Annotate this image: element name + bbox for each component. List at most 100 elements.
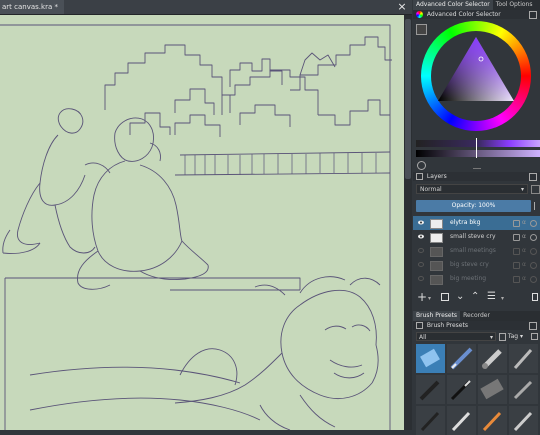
color-pencil-icon	[482, 411, 502, 432]
brush-panel-title: Brush Presets	[426, 322, 468, 329]
brush-filter-value: All	[419, 334, 427, 341]
float-panel-icon[interactable]	[529, 322, 537, 330]
inherit-alpha-icon[interactable]	[530, 248, 537, 255]
sketch-artwork	[0, 24, 392, 430]
tab-tool-options[interactable]: Tool Options	[493, 0, 536, 10]
drawing-canvas[interactable]	[0, 15, 404, 430]
color-value-strip[interactable]	[416, 150, 540, 157]
color-gradient-strip[interactable]	[416, 140, 540, 147]
chalk-icon	[513, 411, 533, 432]
layer-thumbnail	[430, 247, 443, 257]
move-layer-down-icon[interactable]: ⌄	[456, 290, 464, 304]
tab-recorder[interactable]: Recorder	[460, 311, 493, 321]
lock-icon[interactable]	[513, 234, 520, 241]
layer-row[interactable]: big meeting α	[413, 272, 540, 286]
layer-row[interactable]: small meetings α	[413, 244, 540, 258]
layer-row[interactable]: big steve cry α	[413, 258, 540, 272]
lock-icon[interactable]	[513, 276, 520, 283]
tag-icon	[499, 332, 506, 341]
float-panel-icon[interactable]	[529, 11, 537, 19]
brush-tag-button[interactable]: Tag ▾	[499, 332, 527, 341]
brush-tag-label: Tag	[507, 333, 519, 340]
delete-layer-icon[interactable]	[532, 293, 538, 301]
panel-splitter[interactable]	[473, 168, 481, 169]
brush-preset[interactable]	[416, 375, 445, 404]
alpha-lock-icon[interactable]: α	[522, 244, 526, 258]
color-selector-icon	[416, 11, 423, 18]
brush-view-icon[interactable]	[531, 333, 538, 340]
layer-properties-icon[interactable]: ☰	[487, 290, 496, 304]
brush-preset[interactable]	[447, 344, 476, 373]
layers-icon	[416, 173, 423, 180]
brush-preset[interactable]	[509, 406, 538, 435]
close-document-icon[interactable]: ×	[396, 0, 408, 14]
brush-preset[interactable]	[447, 375, 476, 404]
layer-name[interactable]: big meeting	[450, 272, 486, 286]
opacity-slider[interactable]: Opacity: 100%	[416, 200, 531, 212]
alpha-lock-icon[interactable]: α	[522, 230, 526, 244]
layer-name[interactable]: big steve cry	[450, 258, 489, 272]
fineliner-icon	[450, 380, 471, 401]
color-panel-header: Advanced Color Selector	[413, 10, 540, 19]
alpha-lock-icon[interactable]: α	[522, 258, 526, 272]
inherit-alpha-icon[interactable]	[530, 220, 537, 227]
layer-toolbar: + ▾ ⌄ ⌃ ☰ ▾	[413, 290, 540, 304]
layer-name[interactable]: small meetings	[450, 244, 496, 258]
color-settings-icon[interactable]	[416, 24, 427, 35]
brush-preset[interactable]	[416, 344, 445, 373]
duplicate-layer-icon[interactable]	[441, 293, 449, 301]
layers-title: Layers	[426, 173, 447, 180]
brush-preset[interactable]	[478, 375, 507, 404]
brush-preset[interactable]	[416, 406, 445, 435]
brush-panel-header: Brush Presets	[413, 321, 540, 330]
float-panel-icon[interactable]	[529, 173, 537, 181]
color-history-icon[interactable]	[417, 161, 426, 170]
layer-name[interactable]: elytra bkg	[450, 216, 480, 230]
eye-icon[interactable]	[418, 220, 424, 225]
canvas-vertical-scrollbar[interactable]	[404, 15, 412, 430]
brush-filter-dropdown[interactable]: All ▾	[416, 332, 496, 341]
hidden-eye-icon[interactable]	[418, 248, 424, 253]
layer-filter-icon[interactable]	[531, 185, 540, 194]
eye-icon[interactable]	[418, 234, 424, 239]
ink-brush-icon	[419, 380, 440, 401]
scrollbar-thumb[interactable]	[405, 19, 411, 179]
color-panel-title: Advanced Color Selector	[426, 11, 501, 18]
layer-name[interactable]: small steve cry	[450, 230, 496, 244]
layer-row[interactable]: elytra bkg α	[413, 216, 540, 230]
chevron-down-icon[interactable]: ▾	[501, 295, 504, 302]
tab-advanced-color-selector[interactable]: Advanced Color Selector	[413, 0, 493, 10]
brush-preset[interactable]	[509, 344, 538, 373]
opacity-menu-icon[interactable]	[534, 202, 540, 210]
tab-brush-presets[interactable]: Brush Presets	[413, 311, 461, 321]
smudge-icon	[480, 378, 504, 400]
inherit-alpha-icon[interactable]	[530, 262, 537, 269]
add-layer-icon[interactable]: +	[417, 290, 427, 304]
marker-icon	[513, 349, 533, 369]
chevron-down-icon: ▾	[520, 333, 524, 340]
chevron-down-icon[interactable]: ▾	[428, 295, 431, 302]
right-docker: Advanced Color Selector Tool Options Adv…	[413, 0, 540, 435]
brush-preset[interactable]	[478, 344, 507, 373]
inherit-alpha-icon[interactable]	[530, 276, 537, 283]
lock-icon[interactable]	[513, 248, 520, 255]
lock-icon[interactable]	[513, 262, 520, 269]
opacity-value: 100%	[478, 202, 496, 209]
document-tab[interactable]: art canvas.kra *	[0, 0, 64, 14]
inherit-alpha-icon[interactable]	[530, 234, 537, 241]
layer-thumbnail	[430, 261, 443, 271]
hidden-eye-icon[interactable]	[418, 262, 424, 267]
alpha-lock-icon[interactable]: α	[522, 216, 526, 230]
brush-preset[interactable]	[447, 406, 476, 435]
brush-preset[interactable]	[478, 406, 507, 435]
layer-row[interactable]: small steve cry α	[413, 230, 540, 244]
brush-preset[interactable]	[509, 375, 538, 404]
move-layer-up-icon[interactable]: ⌃	[471, 290, 479, 304]
color-triangle[interactable]	[431, 31, 521, 121]
pencil-icon	[420, 411, 440, 432]
alpha-lock-icon[interactable]: α	[522, 272, 526, 286]
blend-mode-dropdown[interactable]: Normal ▾	[416, 184, 528, 194]
blend-mode-value: Normal	[420, 186, 442, 193]
hidden-eye-icon[interactable]	[418, 276, 424, 281]
lock-icon[interactable]	[513, 220, 520, 227]
